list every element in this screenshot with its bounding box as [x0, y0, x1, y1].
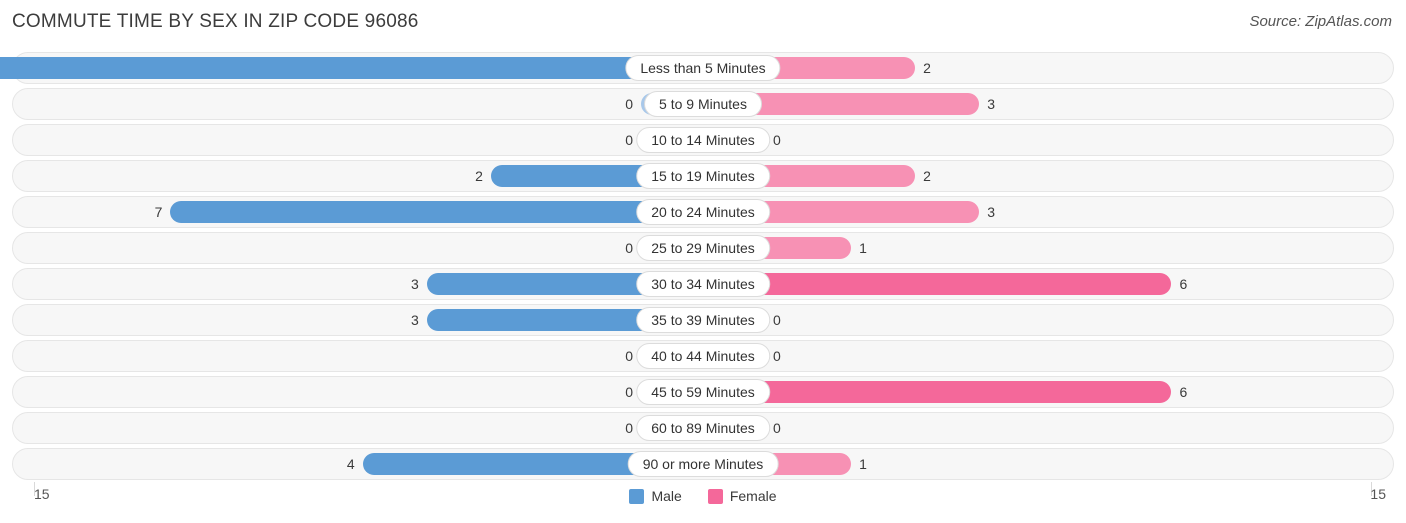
diverging-bar-chart: 132Less than 5 Minutes035 to 9 Minutes00…	[0, 52, 1394, 484]
male-value-label: 3	[410, 312, 419, 328]
legend-item-female[interactable]: Female	[707, 488, 777, 504]
category-label: 60 to 89 Minutes	[636, 415, 770, 441]
chart-row[interactable]: 7 3 20 to 24 Minutes	[12, 196, 1394, 228]
male-value-label: 0	[625, 96, 633, 112]
chart-row[interactable]: 0 0 10 to 14 Minutes	[12, 124, 1394, 156]
female-bar[interactable]	[703, 273, 1172, 295]
chart-row-inner: 2 2 15 to 19 Minutes	[13, 161, 1393, 191]
chart-legend: Male Female	[12, 484, 1394, 508]
legend-swatch-female-icon	[707, 488, 723, 504]
source-attribution: Source: ZipAtlas.com	[1249, 13, 1392, 30]
female-value-label: 6	[1179, 384, 1188, 400]
chart-header: COMMUTE TIME BY SEX IN ZIP CODE 96086 So…	[0, 0, 1406, 44]
category-label: 35 to 39 Minutes	[636, 307, 770, 333]
female-value-label: 0	[773, 132, 781, 148]
chart-row[interactable]: 0 0 60 to 89 Minutes	[12, 412, 1394, 444]
chart-row-inner: 3 0 35 to 39 Minutes	[13, 305, 1393, 335]
male-bar[interactable]	[0, 57, 703, 79]
chart-row-inner: 0 1 25 to 29 Minutes	[13, 233, 1393, 263]
female-value-label: 3	[987, 96, 996, 112]
chart-row[interactable]: 4 1 90 or more Minutes	[12, 448, 1394, 480]
male-value-label: 0	[625, 420, 633, 436]
male-value-label: 0	[625, 384, 633, 400]
legend-swatch-male-icon	[629, 488, 645, 504]
female-value-label: 1	[859, 456, 867, 472]
chart-row-inner: 4 1 90 or more Minutes	[13, 449, 1393, 479]
female-bar[interactable]	[703, 381, 1172, 403]
male-bar[interactable]	[170, 201, 703, 223]
chart-row[interactable]: 0 0 40 to 44 Minutes	[12, 340, 1394, 372]
chart-page: COMMUTE TIME BY SEX IN ZIP CODE 96086 So…	[0, 0, 1406, 523]
category-label: Less than 5 Minutes	[625, 55, 781, 81]
chart-row-inner: 0 3 5 to 9 Minutes	[13, 89, 1393, 119]
chart-row[interactable]: 0 6 45 to 59 Minutes	[12, 376, 1394, 408]
category-label: 40 to 44 Minutes	[636, 343, 770, 369]
female-value-label: 2	[923, 168, 931, 184]
chart-row[interactable]: 0 1 25 to 29 Minutes	[12, 232, 1394, 264]
category-label: 10 to 14 Minutes	[636, 127, 770, 153]
category-label: 5 to 9 Minutes	[644, 91, 762, 117]
chart-row-inner: 3 6 30 to 34 Minutes	[13, 269, 1393, 299]
chart-row[interactable]: 0 3 5 to 9 Minutes	[12, 88, 1394, 120]
category-label: 25 to 29 Minutes	[636, 235, 770, 261]
female-value-label: 6	[1179, 276, 1188, 292]
page-title: COMMUTE TIME BY SEX IN ZIP CODE 96086	[12, 11, 419, 32]
legend-label-female: Female	[729, 488, 777, 504]
chart-axis: 15 15 Male Female	[12, 482, 1394, 510]
chart-row-inner: 0 0 40 to 44 Minutes	[13, 341, 1393, 371]
female-value-label: 0	[773, 312, 781, 328]
male-value-label: 7	[154, 204, 163, 220]
chart-row[interactable]: 132Less than 5 Minutes	[0, 52, 1394, 84]
category-label: 20 to 24 Minutes	[636, 199, 770, 225]
male-value-label: 2	[475, 168, 483, 184]
male-value-label: 3	[410, 276, 419, 292]
female-value-label: 1	[859, 240, 867, 256]
category-label: 45 to 59 Minutes	[636, 379, 770, 405]
category-label: 30 to 34 Minutes	[636, 271, 770, 297]
female-value-label: 0	[773, 348, 781, 364]
female-value-label: 3	[987, 204, 996, 220]
legend-item-male[interactable]: Male	[629, 488, 682, 504]
chart-row[interactable]: 3 0 35 to 39 Minutes	[12, 304, 1394, 336]
category-label: 90 or more Minutes	[627, 451, 779, 477]
chart-row-inner: 7 3 20 to 24 Minutes	[13, 197, 1393, 227]
chart-row-inner: 0 0 60 to 89 Minutes	[13, 413, 1393, 443]
chart-row-inner: 0 6 45 to 59 Minutes	[13, 377, 1393, 407]
male-value-label: 0	[625, 240, 633, 256]
category-label: 15 to 19 Minutes	[636, 163, 770, 189]
legend-label-male: Male	[651, 488, 682, 504]
male-value-label: 0	[625, 348, 633, 364]
female-value-label: 2	[923, 60, 931, 76]
chart-row-inner: 132Less than 5 Minutes	[0, 53, 1393, 83]
male-value-label: 0	[625, 132, 633, 148]
chart-row-inner: 0 0 10 to 14 Minutes	[13, 125, 1393, 155]
male-value-label: 4	[346, 456, 355, 472]
chart-row[interactable]: 2 2 15 to 19 Minutes	[12, 160, 1394, 192]
chart-row[interactable]: 3 6 30 to 34 Minutes	[12, 268, 1394, 300]
female-value-label: 0	[773, 420, 781, 436]
